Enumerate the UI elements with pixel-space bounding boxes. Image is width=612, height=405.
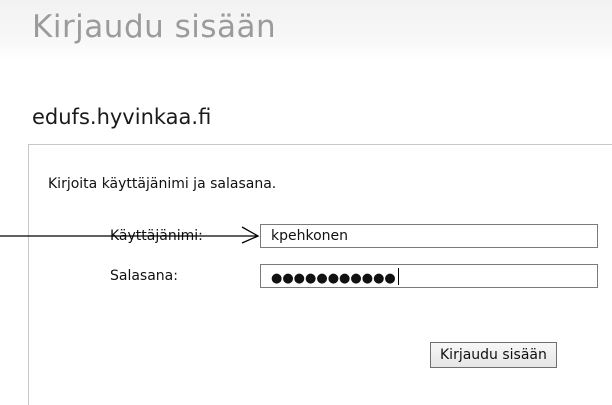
page-title: Kirjaudu sisään	[32, 9, 277, 45]
username-field[interactable]: kpehkonen	[260, 224, 598, 248]
sign-in-button[interactable]: Kirjaudu sisään	[430, 342, 557, 368]
password-field[interactable]: ●●●●●●●●●●●	[260, 264, 598, 288]
server-name: edufs.hyvinkaa.fi	[32, 105, 212, 129]
pointer-arrow-icon	[0, 226, 260, 244]
password-label: Salasana:	[110, 268, 178, 284]
login-instructions: Kirjoita käyttäjänimi ja salasana.	[48, 176, 277, 192]
password-masked-value: ●●●●●●●●●●●	[271, 271, 396, 286]
username-value: kpehkonen	[271, 228, 349, 244]
text-caret	[397, 268, 399, 285]
